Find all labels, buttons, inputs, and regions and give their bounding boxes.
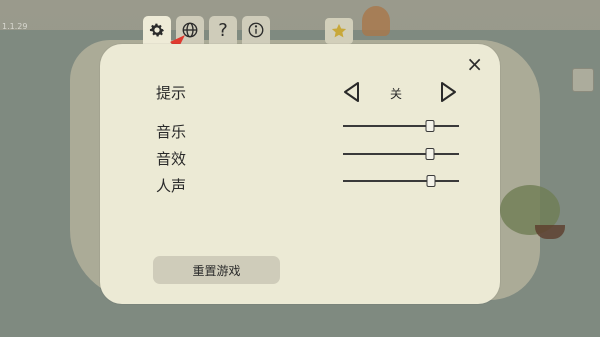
- building-dome: [362, 6, 390, 36]
- slider-knob[interactable]: [425, 120, 435, 132]
- tab-achievements[interactable]: [325, 18, 353, 44]
- slider-track: [343, 153, 459, 155]
- settings-panel: × 提示 关 音乐 音效 人声 重置游戏: [100, 44, 500, 304]
- version-label: 1.1.29: [2, 22, 28, 31]
- tab-info[interactable]: [242, 16, 270, 44]
- slider-track: [343, 125, 459, 127]
- close-button[interactable]: ×: [466, 54, 483, 74]
- reset-game-button[interactable]: 重置游戏: [153, 256, 280, 284]
- star-icon: [331, 23, 347, 38]
- hint-prev-button[interactable]: [343, 81, 361, 103]
- slider-track: [343, 180, 459, 182]
- sound-effects-volume-slider[interactable]: [343, 148, 459, 160]
- info-icon: [248, 22, 264, 38]
- voice-volume-slider[interactable]: [343, 175, 459, 187]
- music-label: 音乐: [156, 123, 187, 141]
- background-menu-button: [572, 68, 594, 92]
- voice-label: 人声: [156, 177, 187, 195]
- hint-label: 提示: [156, 84, 187, 102]
- sound-effects-label: 音效: [156, 150, 187, 168]
- question-icon: ?: [218, 19, 228, 41]
- hint-next-button[interactable]: [439, 81, 457, 103]
- tab-help[interactable]: ?: [209, 16, 237, 44]
- hint-value: 关: [390, 87, 403, 101]
- slider-knob[interactable]: [426, 175, 436, 187]
- slider-knob[interactable]: [425, 148, 435, 160]
- music-volume-slider[interactable]: [343, 120, 459, 132]
